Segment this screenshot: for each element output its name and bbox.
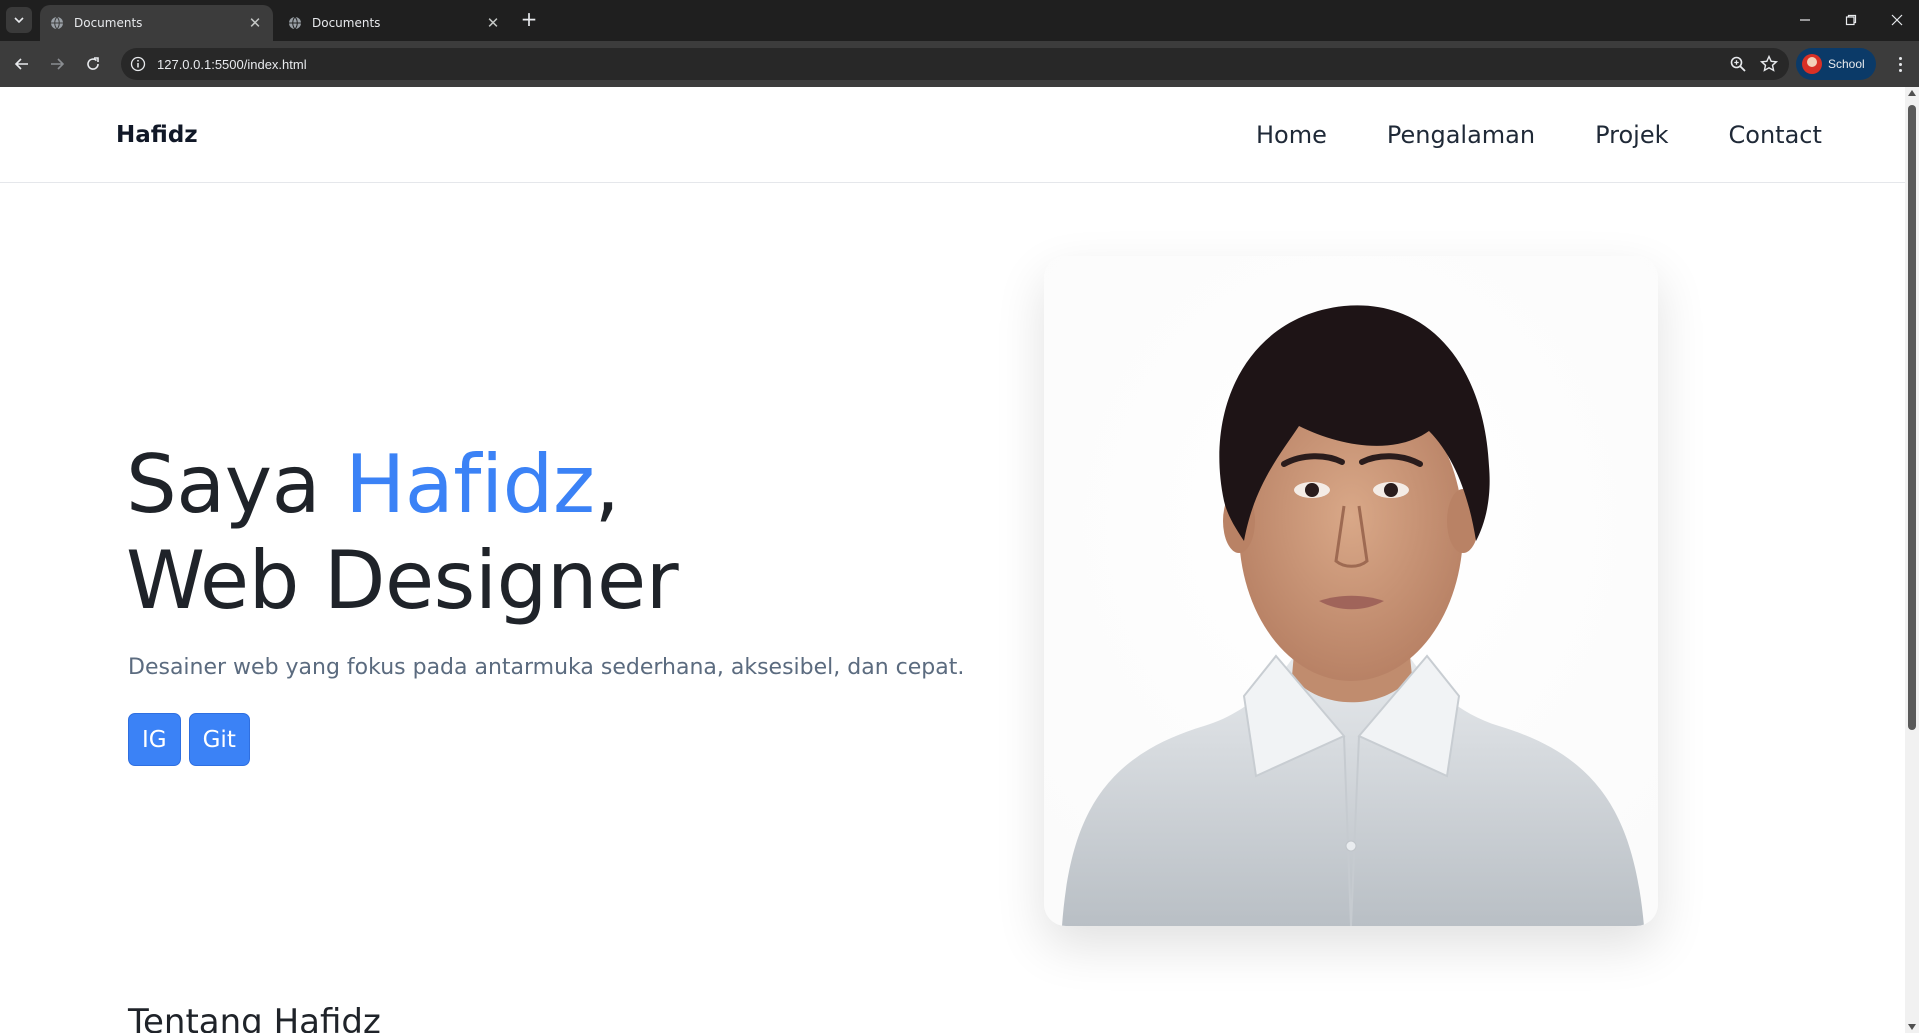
social-buttons: IG Git	[128, 713, 250, 766]
tab-strip: Documents ✕ Documents ✕ +	[0, 0, 1919, 41]
hero-title-comma: ,	[594, 438, 620, 531]
hero-subtitle: Desainer web yang fokus pada antarmuka s…	[128, 655, 965, 680]
vertical-scrollbar[interactable]	[1905, 87, 1919, 1033]
tab-title: Documents	[74, 16, 143, 30]
tab-search-button[interactable]	[6, 7, 32, 33]
nav-link-contact[interactable]: Contact	[1729, 121, 1822, 149]
avatar	[1802, 54, 1822, 74]
ig-button[interactable]: IG	[128, 713, 181, 766]
star-icon[interactable]	[1759, 54, 1779, 74]
profile-photo	[1044, 256, 1658, 926]
globe-icon	[51, 16, 63, 30]
zoom-icon[interactable]	[1729, 55, 1747, 73]
hero-title: Saya Hafidz, Web Designer	[126, 437, 679, 629]
nav-link-projek[interactable]: Projek	[1595, 121, 1668, 149]
browser-toolbar: 127.0.0.1:5500/index.html School	[0, 41, 1919, 87]
about-section-title: Tentang Hafidz	[128, 1002, 381, 1033]
scrollbar-thumb[interactable]	[1908, 105, 1916, 730]
url-text[interactable]: 127.0.0.1:5500/index.html	[157, 57, 307, 72]
site-brand[interactable]: Hafidz	[116, 122, 198, 148]
forward-arrow-icon[interactable]	[45, 52, 69, 76]
tab-title: Documents	[312, 16, 381, 30]
portrait-illustration	[1044, 256, 1658, 926]
site-info-icon[interactable]	[130, 56, 146, 72]
restore-icon[interactable]	[1839, 8, 1863, 32]
close-icon[interactable]: ✕	[485, 14, 501, 32]
git-button[interactable]: Git	[188, 713, 250, 766]
browser-chrome: Documents ✕ Documents ✕ + 127.0.0.1:5500…	[0, 0, 1919, 87]
hero-title-prefix: Saya	[126, 438, 346, 531]
nav-link-home[interactable]: Home	[1256, 121, 1327, 149]
site-navbar: Hafidz Home Pengalaman Projek Contact	[0, 87, 1905, 183]
minimize-icon[interactable]	[1793, 8, 1817, 32]
profile-label: School	[1828, 57, 1865, 71]
scroll-up-arrow-icon[interactable]	[1908, 90, 1916, 96]
reload-icon[interactable]	[81, 52, 105, 76]
nav-links: Home Pengalaman Projek Contact	[1256, 121, 1822, 149]
page-viewport: Hafidz Home Pengalaman Projek Contact Sa…	[0, 87, 1905, 1033]
tab-documents-1[interactable]: Documents ✕	[40, 5, 273, 41]
address-bar[interactable]: 127.0.0.1:5500/index.html	[121, 48, 1789, 80]
plus-icon[interactable]: +	[516, 6, 542, 32]
back-arrow-icon[interactable]	[10, 52, 34, 76]
window-close-icon[interactable]	[1885, 8, 1909, 32]
hero-title-name: Hafidz	[345, 438, 595, 531]
tab-search-icon	[14, 17, 24, 24]
profile-button[interactable]: School	[1796, 48, 1876, 80]
nav-link-pengalaman[interactable]: Pengalaman	[1387, 121, 1535, 149]
scroll-down-arrow-icon[interactable]	[1908, 1024, 1916, 1030]
close-icon[interactable]: ✕	[247, 14, 263, 32]
globe-icon	[289, 16, 301, 30]
tab-documents-2[interactable]: Documents ✕	[278, 5, 511, 41]
hero-title-role: Web Designer	[126, 534, 679, 627]
kebab-menu-icon[interactable]	[1888, 52, 1912, 76]
